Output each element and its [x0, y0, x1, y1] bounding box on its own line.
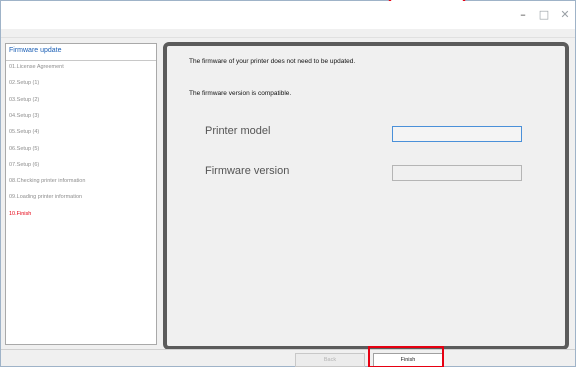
sidebar-step: 08.Checking printer information [9, 178, 86, 185]
status-message: The firmware of your printer does not ne… [189, 58, 356, 65]
maximize-icon[interactable]: □ [536, 7, 552, 23]
sidebar-step: 05.Setup (4) [9, 129, 40, 136]
sidebar-step: 02.Setup (1) [9, 80, 40, 87]
sidebar-step: 04.Setup (3) [9, 112, 40, 119]
printer-model-field[interactable] [392, 126, 522, 142]
footer-bar: Back Finish [1, 349, 575, 367]
back-button[interactable]: Back [295, 353, 365, 367]
body-area: Firmware update 01.License Agreement 02.S… [1, 38, 575, 350]
steps-sidebar: Firmware update 01.License Agreement 02.S… [5, 43, 157, 345]
finish-highlight-box [368, 346, 444, 367]
printer-model-label: Printer model [205, 125, 271, 137]
title-bar: – □ ✕ [1, 1, 575, 29]
sidebar-step: 09.Loading printer information [9, 194, 83, 201]
menu-bar [1, 29, 575, 38]
minimize-icon[interactable]: – [515, 7, 531, 23]
sidebar-step: 10.Finish [9, 210, 32, 217]
installer-window: – □ ✕ Firmware update 01.License Agreeme… [0, 0, 576, 367]
sidebar-step: 03.Setup (2) [9, 96, 40, 103]
sidebar-step: 06.Setup (5) [9, 145, 40, 152]
sidebar-divider [6, 60, 156, 61]
compatibility-message: The firmware version is compatible. [189, 90, 292, 97]
sidebar-step: 07.Setup (6) [9, 161, 40, 168]
close-icon[interactable]: ✕ [557, 7, 573, 23]
sidebar-step: 01.License Agreement [9, 64, 64, 70]
sidebar-title: Firmware update [9, 47, 62, 54]
firmware-version-field[interactable] [392, 165, 522, 181]
main-panel: The firmware of your printer does not ne… [163, 42, 569, 350]
firmware-version-label: Firmware version [205, 165, 290, 177]
